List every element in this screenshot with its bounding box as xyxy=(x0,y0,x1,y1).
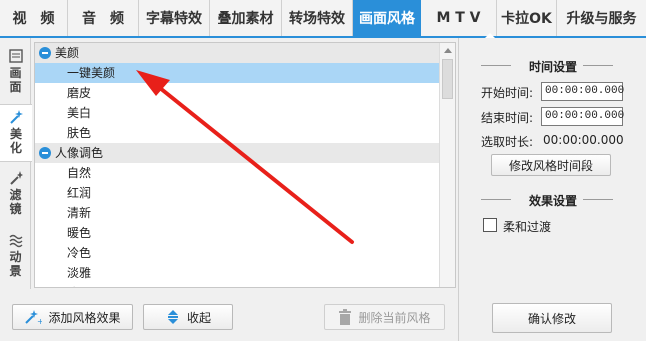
collapse-arrows-icon xyxy=(167,310,178,324)
divider xyxy=(583,199,613,200)
divider xyxy=(481,65,511,66)
add-wand-icon: + xyxy=(25,310,42,325)
tab-transition-effects[interactable]: 转场特效 xyxy=(282,0,353,36)
scroll-up-arrow-icon[interactable] xyxy=(444,48,452,53)
style-effect-list: 美颜 一键美颜 磨皮 美白 肤色 人像调色 自然 红润 清新 暖色 冷色 淡雅 xyxy=(34,42,456,288)
sidebar-item-filter[interactable]: 滤镜 xyxy=(0,166,31,224)
sidebar-item-motion[interactable]: 动景 xyxy=(0,228,31,286)
tab-mtv[interactable]: M T V xyxy=(421,0,497,36)
tab-karaoke[interactable]: 卡拉OK xyxy=(497,0,557,36)
list-item-label: 凉爽 xyxy=(67,286,91,287)
time-settings-heading: 时间设置 xyxy=(459,58,646,75)
trash-icon xyxy=(339,309,352,325)
list-item-label: 冷色 xyxy=(67,246,92,260)
list-item-label: 磨皮 xyxy=(67,86,92,100)
modify-style-time-button[interactable]: 修改风格时间段 xyxy=(491,154,611,176)
group-header-portrait-color[interactable]: 人像调色 xyxy=(35,143,440,163)
list-item-one-click-beauty[interactable]: 一键美颜 xyxy=(35,63,440,83)
start-time-input[interactable]: 00:00:00.000 xyxy=(541,82,624,101)
tab-video[interactable]: 视 频 xyxy=(0,0,68,36)
list-item[interactable]: 自然 xyxy=(35,163,440,183)
collapse-button[interactable]: 收起 xyxy=(143,304,233,330)
collapse-icon[interactable] xyxy=(39,147,51,159)
list-item[interactable]: 红润 xyxy=(35,183,440,203)
smooth-transition-label: 柔和过渡 xyxy=(503,220,552,234)
list-item-label: 一键美颜 xyxy=(67,66,116,80)
tab-subtitle-effects[interactable]: 字幕特效 xyxy=(139,0,210,36)
end-time-label: 结束时间: xyxy=(481,111,534,125)
svg-text:+: + xyxy=(37,317,42,325)
list-scrollbar[interactable] xyxy=(439,43,455,287)
list-item[interactable]: 清新 xyxy=(35,203,440,223)
smooth-transition-checkbox[interactable] xyxy=(483,218,497,232)
tab-overlay-materials[interactable]: 叠加素材 xyxy=(210,0,282,36)
end-time-input[interactable]: 00:00:00.000 xyxy=(541,107,624,126)
sidebar-label-filter: 滤镜 xyxy=(9,188,22,216)
list-item[interactable]: 暖色 xyxy=(35,223,440,243)
time-settings-title: 时间设置 xyxy=(528,60,577,74)
group-label: 人像调色 xyxy=(55,146,104,160)
sidebar-item-picture[interactable]: 画面 xyxy=(0,44,31,102)
main-tab-bar: 视 频 音 频 字幕特效 叠加素材 转场特效 画面风格 M T V 卡拉OK 升… xyxy=(0,0,646,38)
sparkle-wand-icon xyxy=(9,171,23,185)
confirm-modify-button[interactable]: 确认修改 xyxy=(492,303,612,333)
list-item-label: 自然 xyxy=(67,166,92,180)
list-item[interactable]: 肤色 xyxy=(35,123,440,143)
confirm-modify-label: 确认修改 xyxy=(527,311,576,326)
list-item-label: 暖色 xyxy=(67,226,92,240)
sidebar-label-motion: 动景 xyxy=(9,250,22,278)
collapse-label: 收起 xyxy=(186,310,211,325)
magic-wand-icon xyxy=(10,110,23,124)
list-item-label: 红润 xyxy=(67,186,92,200)
delete-current-style-button[interactable]: 删除当前风格 xyxy=(324,304,445,330)
list-item-label: 肤色 xyxy=(67,126,92,140)
delete-current-style-label: 删除当前风格 xyxy=(358,310,431,325)
effect-settings-heading: 效果设置 xyxy=(459,192,646,209)
divider xyxy=(583,65,613,66)
list-item[interactable]: 冷色 xyxy=(35,243,440,263)
list-item-label: 美白 xyxy=(67,106,92,120)
sidebar-item-beautify[interactable]: 美化 xyxy=(0,104,32,162)
category-sidebar: 画面 美化 滤镜 动景 xyxy=(0,38,32,289)
list-item[interactable]: 磨皮 xyxy=(35,83,440,103)
list-item[interactable]: 美白 xyxy=(35,103,440,123)
start-time-label: 开始时间: xyxy=(481,86,534,100)
tab-picture-style[interactable]: 画面风格 xyxy=(353,0,421,36)
tab-audio[interactable]: 音 频 xyxy=(68,0,139,36)
waves-icon xyxy=(9,234,22,248)
effect-settings-title: 效果设置 xyxy=(528,194,577,208)
list-item[interactable]: 凉爽 xyxy=(35,283,440,287)
sidebar-label-picture: 画面 xyxy=(9,66,22,94)
picture-icon xyxy=(8,49,23,63)
app-window: 视 频 音 频 字幕特效 叠加素材 转场特效 画面风格 M T V 卡拉OK 升… xyxy=(0,0,646,341)
collapse-icon[interactable] xyxy=(39,47,51,59)
divider xyxy=(481,199,511,200)
list-toolbar: + 添加风格效果 收起 删除当前风格 xyxy=(0,292,458,341)
add-style-effect-label: 添加风格效果 xyxy=(48,310,121,325)
sidebar-label-beautify: 美化 xyxy=(9,127,22,155)
modify-style-time-label: 修改风格时间段 xyxy=(508,158,593,173)
tab-upgrade-service[interactable]: 升级与服务 xyxy=(557,0,646,36)
list-item[interactable]: 淡雅 xyxy=(35,263,440,283)
settings-panel: 时间设置 开始时间: 00:00:00.000 结束时间: 00:00:00.0… xyxy=(458,38,646,341)
group-label: 美颜 xyxy=(55,46,80,60)
duration-value: 00:00:00.000 xyxy=(543,133,624,147)
duration-label: 选取时长: xyxy=(481,135,534,149)
list-item-label: 清新 xyxy=(67,206,92,220)
scroll-thumb[interactable] xyxy=(442,59,453,99)
group-header-beauty[interactable]: 美颜 xyxy=(35,43,440,63)
list-item-label: 淡雅 xyxy=(67,266,92,280)
add-style-effect-button[interactable]: + 添加风格效果 xyxy=(12,304,133,330)
